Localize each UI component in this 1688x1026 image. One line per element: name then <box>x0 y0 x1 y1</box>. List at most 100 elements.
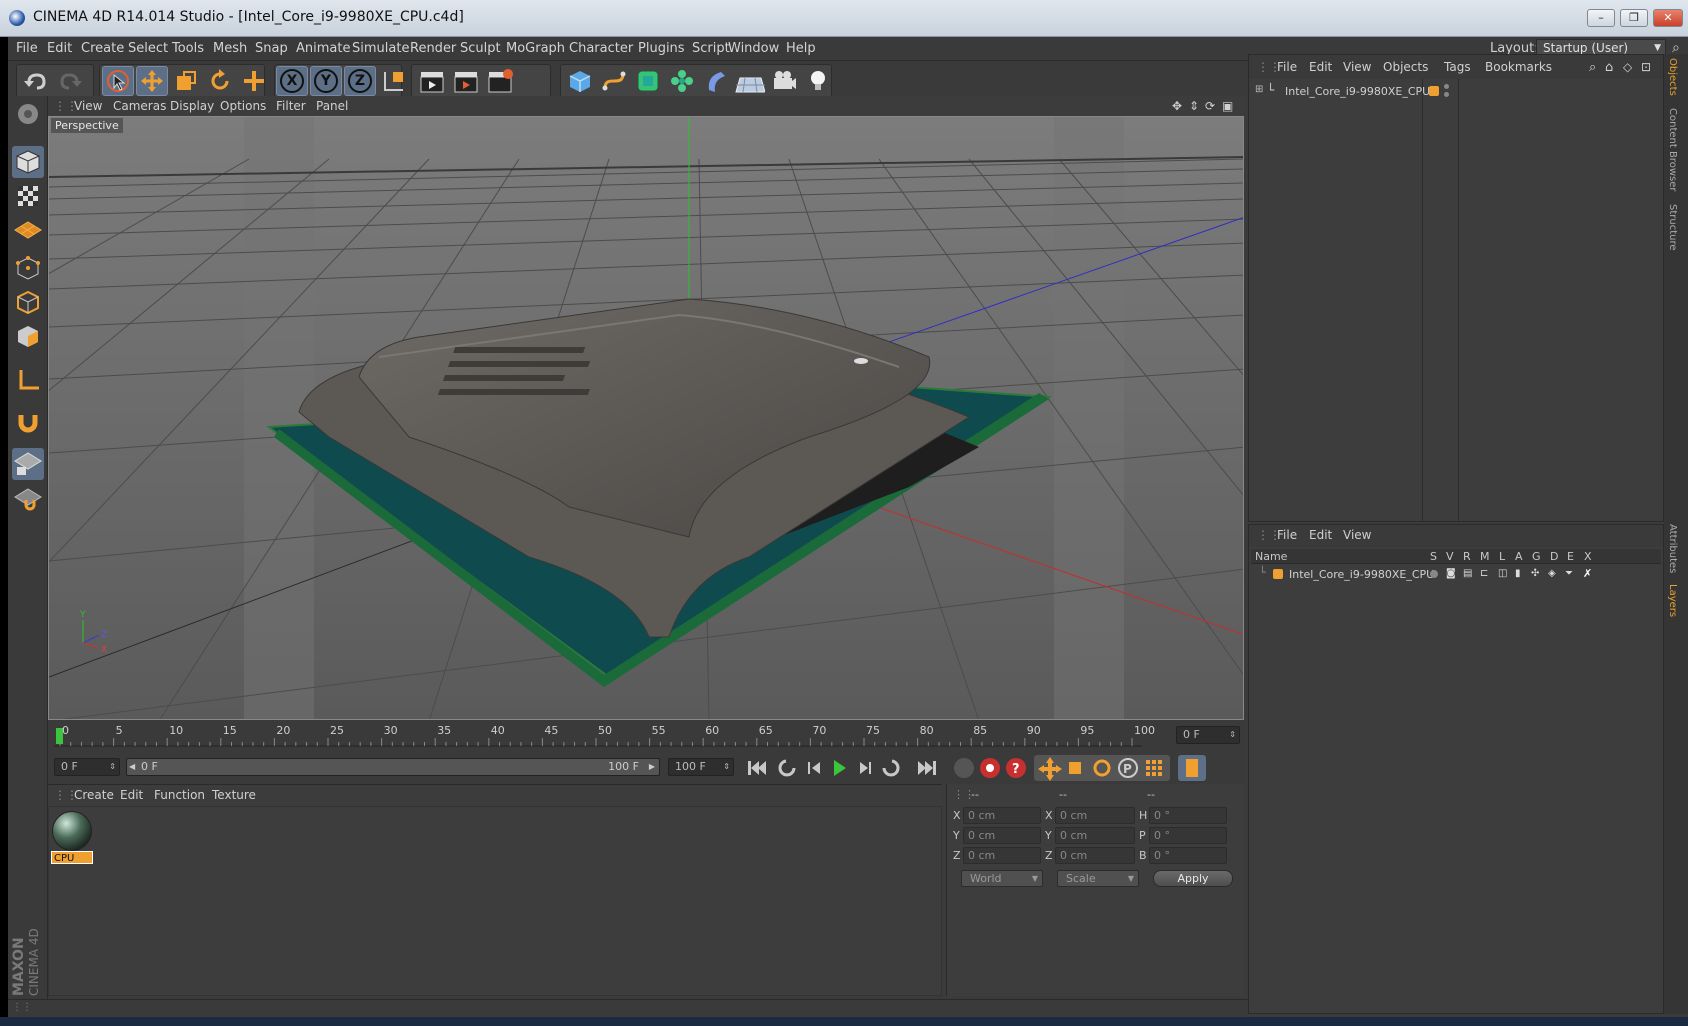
rot-p-field[interactable]: 0 ° <box>1149 827 1227 844</box>
menu-edit[interactable]: Edit <box>47 41 72 56</box>
home-icon[interactable]: ⌂ <box>1605 60 1613 75</box>
menu-render[interactable]: Render <box>410 41 456 56</box>
size-mode-dropdown[interactable]: Scale ▼ <box>1057 870 1139 887</box>
tab-content-browser[interactable]: Content Browser <box>1667 108 1678 191</box>
viewport-menu-cameras[interactable]: Cameras <box>113 99 166 113</box>
edges-mode-button[interactable] <box>12 286 44 318</box>
preview-range-slider[interactable]: ◀ 0 F 100 F ▶ <box>126 758 660 776</box>
tab-attributes[interactable]: Attributes <box>1667 524 1678 573</box>
workplane-mode-button[interactable] <box>12 214 44 246</box>
size-x-field[interactable]: 0 cm <box>1055 807 1135 824</box>
live-selection-button[interactable] <box>102 66 134 96</box>
col-view[interactable]: V <box>1446 550 1454 563</box>
timeline-ruler[interactable]: 0 5 10 15 20 25 30 35 40 45 50 55 60 65 … <box>48 720 1244 752</box>
new-window-icon[interactable]: ⊡ <box>1641 60 1651 74</box>
maximize-view-icon[interactable]: ▣ <box>1222 99 1233 113</box>
workplane-lock-button[interactable] <box>12 448 44 480</box>
close-button[interactable]: ✕ <box>1653 9 1683 27</box>
floor-button[interactable] <box>734 66 766 96</box>
rotate-tool-button[interactable] <box>204 66 236 96</box>
dolly-view-icon[interactable]: ⇕ <box>1189 99 1199 113</box>
col-expressions[interactable]: E <box>1567 550 1574 563</box>
layer-color-icon[interactable] <box>1273 569 1283 579</box>
stepper-icon[interactable]: ⇕ <box>723 759 730 775</box>
object-menu-objects[interactable]: Objects <box>1383 60 1428 74</box>
range-left-arrow-icon[interactable]: ◀ <box>129 759 135 775</box>
render-settings-button[interactable] <box>484 66 516 96</box>
rot-h-field[interactable]: 0 ° <box>1149 807 1227 824</box>
next-frame-icon[interactable] <box>860 762 871 774</box>
layer-row[interactable]: └ Intel_Core_i9-9980XE_CPU ◙ ▤ ⊏ ◫ ▮ ✣ ◈… <box>1253 566 1661 582</box>
size-z-field[interactable]: 0 cm <box>1055 847 1135 864</box>
object-menu-edit[interactable]: Edit <box>1309 60 1332 74</box>
rotate-view-icon[interactable]: ⟳ <box>1205 99 1215 113</box>
render-view-button[interactable] <box>416 66 448 96</box>
points-mode-button[interactable] <box>12 252 44 284</box>
generator-icon[interactable]: ✣ <box>1531 568 1539 579</box>
menu-window[interactable]: Window <box>728 41 779 56</box>
manager-tree-icon[interactable]: ⊏ <box>1480 568 1488 579</box>
cube-primitive-button[interactable] <box>564 66 596 96</box>
cloner-button[interactable] <box>666 66 698 96</box>
view-eye-icon[interactable]: ◙ <box>1446 568 1456 579</box>
pos-y-field[interactable]: 0 cm <box>963 827 1041 844</box>
col-generators[interactable]: G <box>1532 550 1541 563</box>
viewport-menu-filter[interactable]: Filter <box>276 99 306 113</box>
pos-z-field[interactable]: 0 cm <box>963 847 1041 864</box>
col-xref[interactable]: X <box>1584 550 1592 563</box>
col-name[interactable]: Name <box>1255 550 1287 563</box>
editor-visibility-dot[interactable] <box>1444 84 1449 89</box>
animation-film-icon[interactable]: ▮ <box>1515 568 1521 579</box>
viewport-menu-display[interactable]: Display <box>170 99 214 113</box>
material-swatch-cpu[interactable]: CPU <box>51 811 93 864</box>
pan-view-icon[interactable]: ✥ <box>1172 99 1182 113</box>
col-animation[interactable]: A <box>1515 550 1523 563</box>
move-tool-button[interactable] <box>136 66 168 96</box>
deformer-button[interactable] <box>700 66 732 96</box>
spline-button[interactable] <box>598 66 630 96</box>
restore-button[interactable]: ❐ <box>1620 9 1648 27</box>
add-object-button[interactable] <box>238 66 270 96</box>
motion-record-icon[interactable] <box>954 758 974 778</box>
next-key-icon[interactable] <box>882 759 900 777</box>
rot-b-field[interactable]: 0 ° <box>1149 847 1227 864</box>
expand-icon[interactable]: ⊞ <box>1255 84 1263 95</box>
tab-objects[interactable]: Objects <box>1667 58 1678 96</box>
menu-sculpt[interactable]: Sculpt <box>460 41 501 56</box>
render-visibility-dot[interactable] <box>1444 92 1449 97</box>
layer-menu-file[interactable]: File <box>1277 528 1297 542</box>
menu-simulate[interactable]: Simulate <box>352 41 409 56</box>
coordinate-system-button[interactable] <box>378 66 410 96</box>
key-filter-scale-icon[interactable] <box>1069 762 1081 774</box>
menu-tools[interactable]: Tools <box>172 41 204 56</box>
object-menu-file[interactable]: File <box>1277 60 1297 74</box>
viewport-menu-panel[interactable]: Panel <box>316 99 348 113</box>
perspective-viewport[interactable]: Y Z X Perspective <box>48 116 1244 720</box>
layer-color-icon[interactable] <box>1429 86 1439 96</box>
texture-mode-button[interactable] <box>12 180 44 212</box>
minimize-button[interactable]: – <box>1587 9 1615 27</box>
stepper-icon[interactable]: ⇕ <box>109 759 116 775</box>
menu-snap[interactable]: Snap <box>255 41 288 56</box>
redo-button[interactable] <box>55 66 87 96</box>
layer-menu-view[interactable]: View <box>1343 528 1371 542</box>
expression-icon[interactable]: ⏷ <box>1565 568 1573 579</box>
size-y-field[interactable]: 0 cm <box>1055 827 1135 844</box>
make-editable-button[interactable] <box>12 98 44 130</box>
previous-key-icon[interactable] <box>778 759 796 777</box>
deformer-icon[interactable]: ◈ <box>1548 568 1556 579</box>
object-menu-bookmarks[interactable]: Bookmarks <box>1485 60 1552 74</box>
go-to-end-icon[interactable] <box>918 761 936 775</box>
col-locked[interactable]: L <box>1499 550 1505 563</box>
current-frame-field[interactable]: 0 F ⇕ <box>1176 726 1240 744</box>
menu-script[interactable]: Script <box>692 41 730 56</box>
y-axis-lock-button[interactable]: Y <box>310 66 342 96</box>
lock-icon[interactable]: ◫ <box>1498 568 1507 579</box>
axis-mode-button[interactable] <box>12 364 44 396</box>
x-axis-lock-button[interactable]: X <box>276 66 308 96</box>
soft-selection-button[interactable] <box>12 484 44 516</box>
render-picture-viewer-button[interactable] <box>450 66 482 96</box>
pos-x-field[interactable]: 0 cm <box>963 807 1041 824</box>
range-right-arrow-icon[interactable]: ▶ <box>649 759 655 775</box>
model-mode-button[interactable] <box>12 146 44 178</box>
